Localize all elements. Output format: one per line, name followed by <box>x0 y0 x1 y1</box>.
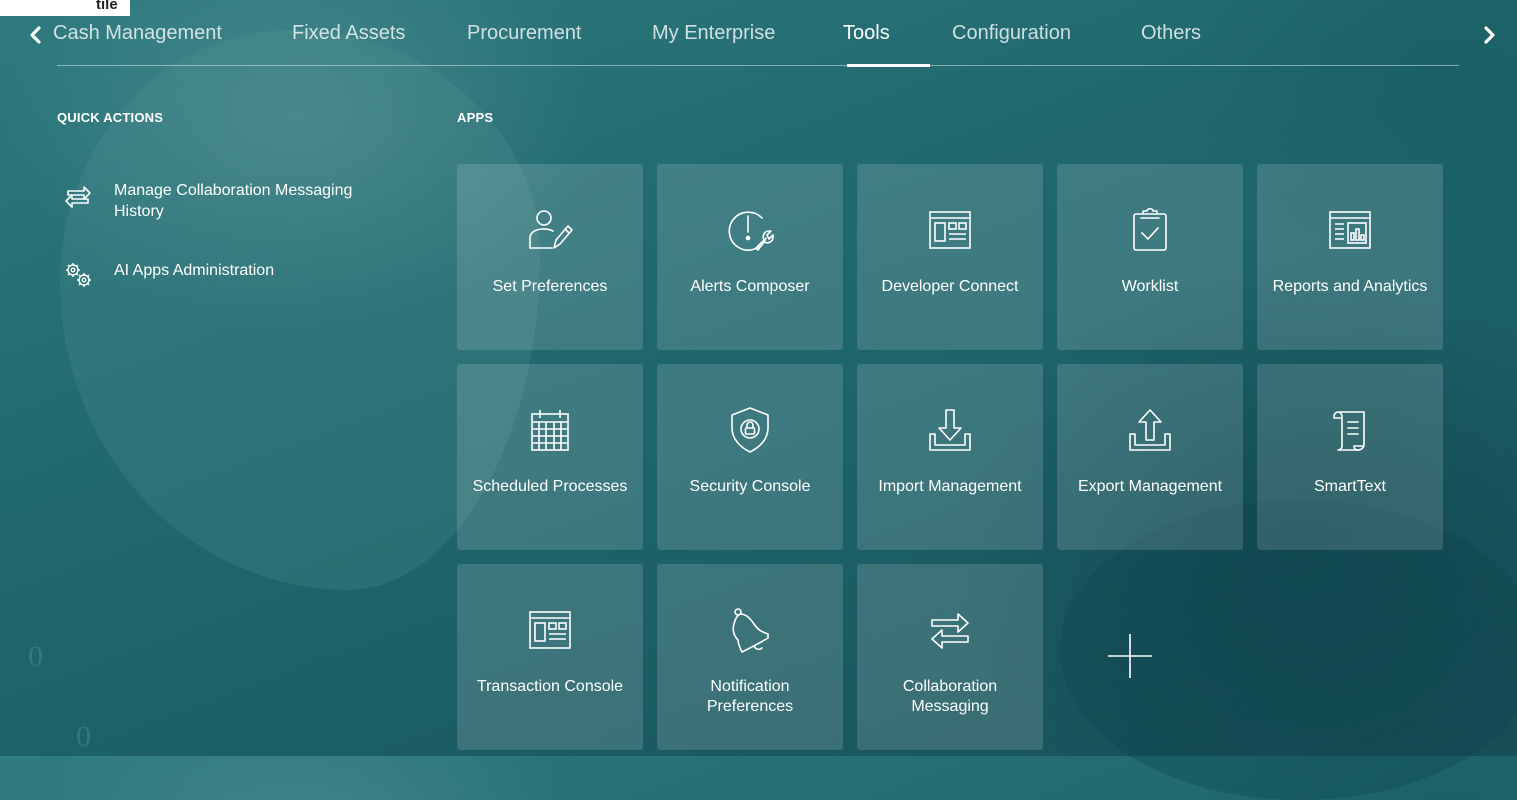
app-tile-label: Transaction Console <box>476 678 624 695</box>
bell-icon <box>657 604 843 660</box>
app-tile-alerts-composer[interactable]: Alerts Composer <box>657 164 843 350</box>
tab-tools[interactable]: Tools <box>843 22 890 45</box>
app-tile-export-management[interactable]: Export Management <box>1057 364 1243 550</box>
app-tile-developer-connect[interactable]: Developer Connect <box>857 164 1043 350</box>
app-tile-label: Reports and Analytics <box>1272 278 1428 295</box>
app-tile-label: Export Management <box>1077 478 1223 495</box>
tab-my-enterprise[interactable]: My Enterprise <box>652 22 775 45</box>
gears-icon <box>62 260 94 292</box>
app-tile-label: Alerts Composer <box>690 278 810 295</box>
app-tile-import-management[interactable]: Import Management <box>857 364 1043 550</box>
window-panel-icon <box>857 204 1043 260</box>
app-tile-label: SmartText <box>1313 478 1386 495</box>
app-tile-label: Collaboration Messaging <box>902 678 998 715</box>
tab-procurement[interactable]: Procurement <box>467 22 582 45</box>
app-tile-security-console[interactable]: Security Console <box>657 364 843 550</box>
app-tile-label: Worklist <box>1121 278 1179 295</box>
app-tile-label: Scheduled Processes <box>472 478 628 495</box>
quick-action-manage-collaboration-messaging-history[interactable]: Manage Collaboration Messaging History <box>62 180 374 222</box>
app-tile-label: Notification Preferences <box>706 678 794 715</box>
app-tile-label: Security Console <box>689 478 811 495</box>
plus-icon[interactable] <box>1102 628 1158 684</box>
tab-others[interactable]: Others <box>1141 22 1201 45</box>
scroll-text-icon <box>1257 404 1443 460</box>
app-tile-reports-and-analytics[interactable]: Reports and Analytics <box>1257 164 1443 350</box>
tab-configuration[interactable]: Configuration <box>952 22 1071 45</box>
apps-title: APPS <box>457 110 494 125</box>
swap-arrows-icon <box>62 180 94 212</box>
clipboard-check-icon <box>1057 204 1243 260</box>
app-tile-label: Developer Connect <box>881 278 1019 295</box>
user-pencil-icon <box>457 204 643 260</box>
app-tile-set-preferences[interactable]: Set Preferences <box>457 164 643 350</box>
app-tile-scheduled-processes[interactable]: Scheduled Processes <box>457 364 643 550</box>
background-decoration: 0 <box>76 720 91 753</box>
window-panel-icon <box>457 604 643 660</box>
app-tile-smarttext[interactable]: SmartText <box>1257 364 1443 550</box>
export-tray-icon <box>1057 404 1243 460</box>
active-tab-indicator <box>847 64 930 67</box>
quick-action-ai-apps-administration[interactable]: AI Apps Administration <box>62 260 374 292</box>
nav-divider <box>57 65 1459 66</box>
top-cut-text: tile <box>96 0 118 13</box>
quick-action-label: Manage Collaboration Messaging History <box>114 182 353 220</box>
tab-cash-management[interactable]: Cash Management <box>53 22 222 45</box>
quick-actions-title: QUICK ACTIONS <box>57 110 164 125</box>
alert-wrench-icon <box>657 204 843 260</box>
report-chart-icon <box>1257 204 1443 260</box>
app-tile-notification-preferences[interactable]: Notification Preferences <box>657 564 843 750</box>
quick-action-label: AI Apps Administration <box>114 262 275 279</box>
app-tile-label: Set Preferences <box>492 278 608 295</box>
app-tile-label: Import Management <box>878 478 1022 495</box>
swap-arrows-icon <box>857 604 1043 660</box>
app-tile-collaboration-messaging[interactable]: Collaboration Messaging <box>857 564 1043 750</box>
app-tile-transaction-console[interactable]: Transaction Console <box>457 564 643 750</box>
app-tile-worklist[interactable]: Worklist <box>1057 164 1243 350</box>
calendar-icon <box>457 404 643 460</box>
import-tray-icon <box>857 404 1043 460</box>
background-decoration: 0 <box>28 640 43 673</box>
tab-fixed-assets[interactable]: Fixed Assets <box>292 22 405 45</box>
top-navigation: Cash Management Fixed Assets Procurement… <box>0 14 1517 66</box>
shield-lock-icon <box>657 404 843 460</box>
